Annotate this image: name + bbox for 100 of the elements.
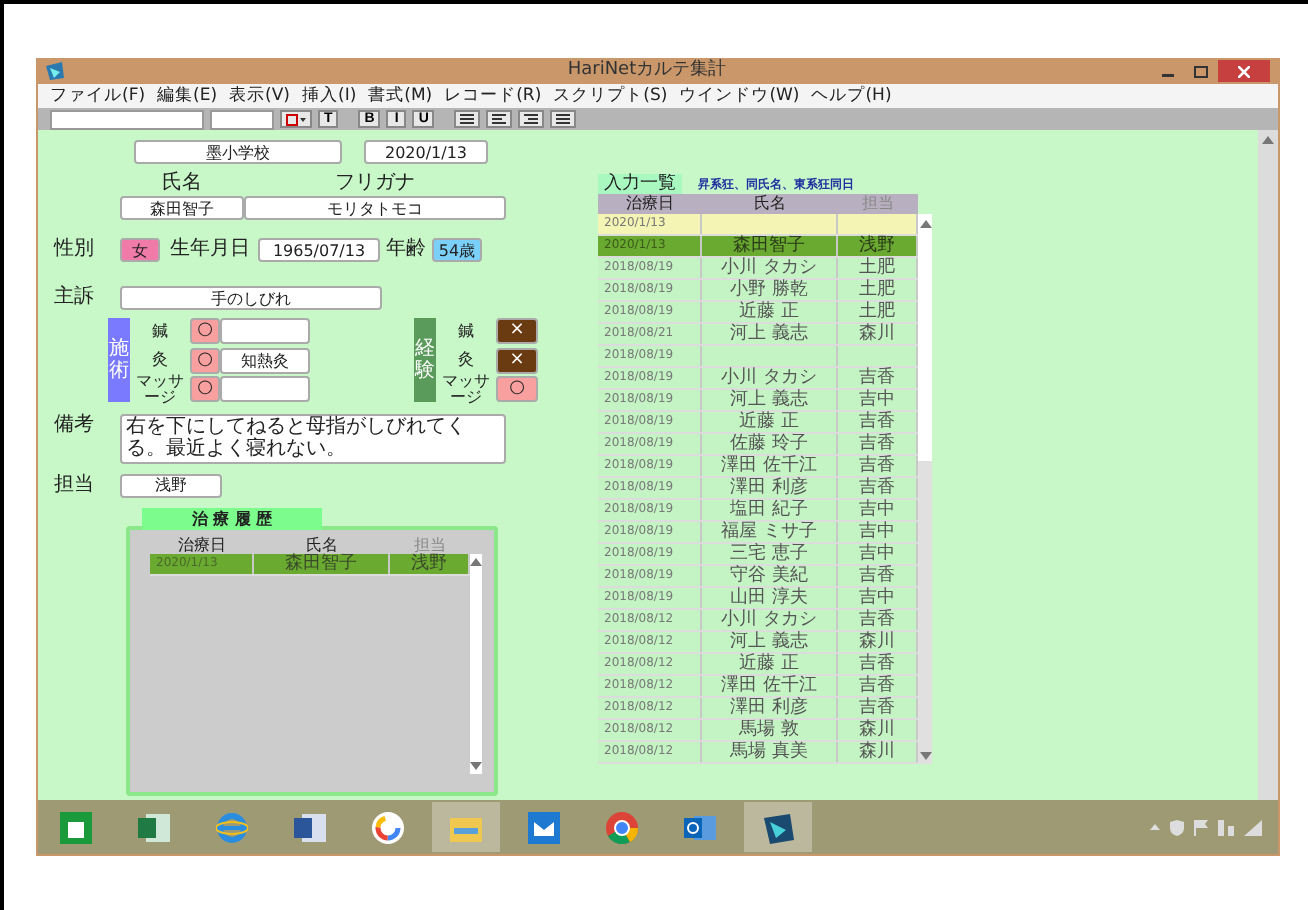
menu-item[interactable]: 挿入(I) xyxy=(302,84,357,108)
close-icon xyxy=(1238,65,1250,77)
table-cell: 近藤 正 xyxy=(702,302,838,322)
size-dropdown[interactable] xyxy=(210,109,274,129)
field-label: 主訴 xyxy=(54,286,96,310)
caret-icon[interactable] xyxy=(1150,824,1160,830)
staff-field[interactable]: 浅野 xyxy=(120,473,222,497)
flag-icon[interactable] xyxy=(1194,819,1208,835)
sex-field[interactable]: 女 xyxy=(120,238,160,262)
experience-bar: 経験 xyxy=(414,318,436,402)
menu-item[interactable]: レコード(R) xyxy=(444,84,542,108)
font-dropdown[interactable] xyxy=(50,109,204,129)
app-icon xyxy=(46,62,64,80)
align-button[interactable] xyxy=(454,110,481,128)
signal-icon[interactable] xyxy=(1244,819,1262,835)
table-cell: 塩田 紀子 xyxy=(702,500,838,520)
maximize-icon xyxy=(1193,65,1207,77)
column-header: 担当 xyxy=(412,535,448,553)
name-field[interactable]: 森田智子 xyxy=(120,196,244,220)
option-label: 鍼 xyxy=(150,323,170,340)
note-field[interactable] xyxy=(220,376,310,403)
kana-field[interactable]: モリタトモコ xyxy=(244,196,506,220)
menu-item[interactable]: 書式(M) xyxy=(368,84,433,108)
option-label: マッサージ xyxy=(440,373,492,406)
birth-field[interactable]: 1965/07/13 xyxy=(258,238,380,262)
field-label: 生年月日 xyxy=(170,238,252,262)
remarks-field[interactable]: 右を下にしてねると母指がしびれてくる。最近よく寝れない。 xyxy=(120,413,506,463)
scroll-bar[interactable] xyxy=(918,214,932,764)
taskbar-button[interactable] xyxy=(744,802,812,852)
table-cell: 河上 義志 xyxy=(702,324,838,344)
note-field[interactable]: 知熱灸 xyxy=(220,347,310,374)
search-engine-icon xyxy=(372,811,404,843)
date-field[interactable]: 2020/1/13 xyxy=(364,140,488,164)
table-cell: 小川 タカシ xyxy=(702,368,838,388)
mark-field[interactable]: ○ xyxy=(190,318,220,345)
table-cell: 守谷 美紀 xyxy=(702,566,838,586)
history-title: 治 療 履 歴 xyxy=(142,507,322,529)
align-button[interactable] xyxy=(518,110,545,128)
option-label: マッサージ xyxy=(134,373,186,406)
scroll-up-icon[interactable] xyxy=(470,557,482,565)
menu-item[interactable]: スクリプト(S) xyxy=(553,84,668,108)
menu-item[interactable]: ファイル(F) xyxy=(50,84,146,108)
scroll-bar[interactable] xyxy=(470,553,482,773)
note-field[interactable] xyxy=(220,318,310,345)
store-icon xyxy=(60,811,92,843)
menu-item[interactable]: 編集(E) xyxy=(157,84,218,108)
mark-field[interactable]: ○ xyxy=(496,376,538,403)
mark-field[interactable]: × xyxy=(496,318,538,345)
mail-icon xyxy=(528,811,560,843)
network-icon[interactable] xyxy=(1218,819,1234,835)
table-cell: 河上 義志 xyxy=(702,390,838,410)
field-label: 備考 xyxy=(54,413,96,437)
option-label: 鍼 xyxy=(456,323,476,340)
mark-field[interactable]: ○ xyxy=(190,376,220,403)
app-icon xyxy=(762,811,794,843)
shield-icon[interactable] xyxy=(1170,819,1184,835)
color-button[interactable] xyxy=(280,110,312,128)
browser-icon xyxy=(216,811,248,843)
table-cell: 馬場 敦 xyxy=(702,720,838,740)
table-cell: 近藤 正 xyxy=(702,654,838,674)
align-button[interactable] xyxy=(486,110,513,128)
school-field[interactable]: 墨小学校 xyxy=(134,140,342,164)
field-label: 性別 xyxy=(54,238,96,262)
table-cell: 森田智子 xyxy=(702,236,838,256)
document-icon xyxy=(294,811,326,843)
mark-field[interactable]: ○ xyxy=(190,347,220,374)
menu-item[interactable]: ウインドウ(W) xyxy=(679,84,800,108)
field-label: 年齢 xyxy=(386,238,428,262)
table-cell: 澤田 佐千江 xyxy=(702,676,838,696)
table-cell: 小川 タカシ xyxy=(702,258,838,278)
treatment-bar: 施術 xyxy=(108,318,130,402)
field-label: 担当 xyxy=(54,473,96,497)
option-label: 灸 xyxy=(456,352,476,369)
window-title: HariNetカルテ集計 xyxy=(565,58,729,84)
list-title: 入力一覧 xyxy=(598,174,682,194)
table-cell: 佐藤 玲子 xyxy=(702,434,838,454)
browser-icon xyxy=(606,811,638,843)
menu-item[interactable]: 表示(V) xyxy=(229,84,290,108)
table-cell: 森田智子 xyxy=(254,553,390,573)
field-label: フリガナ xyxy=(333,172,417,196)
scroll-up-icon[interactable] xyxy=(919,220,931,228)
scroll-bar[interactable] xyxy=(1258,130,1278,800)
column-header: 治療日 xyxy=(176,535,228,553)
table-cell: 馬場 真美 xyxy=(702,742,838,762)
column-header: 治療日 xyxy=(624,194,676,214)
table-cell: 小川 タカシ xyxy=(702,610,838,630)
table-cell: 近藤 正 xyxy=(702,412,838,432)
close-button[interactable] xyxy=(1218,60,1270,82)
scroll-down-icon[interactable] xyxy=(919,752,931,760)
table-cell: 福屋 ミサ子 xyxy=(702,522,838,542)
age-field[interactable]: 54歳 xyxy=(432,238,482,262)
scroll-down-icon[interactable] xyxy=(470,761,482,769)
mail-client-icon xyxy=(684,811,716,843)
mark-field[interactable]: × xyxy=(496,347,538,374)
scroll-up-icon[interactable] xyxy=(1262,136,1274,144)
table-cell: 三宅 恵子 xyxy=(702,544,838,564)
table-cell: 小野 勝乾 xyxy=(702,280,838,300)
menu-item[interactable]: ヘルプ(H) xyxy=(811,84,892,108)
complaint-field[interactable]: 手のしびれ xyxy=(120,286,382,310)
align-button[interactable] xyxy=(550,110,577,128)
